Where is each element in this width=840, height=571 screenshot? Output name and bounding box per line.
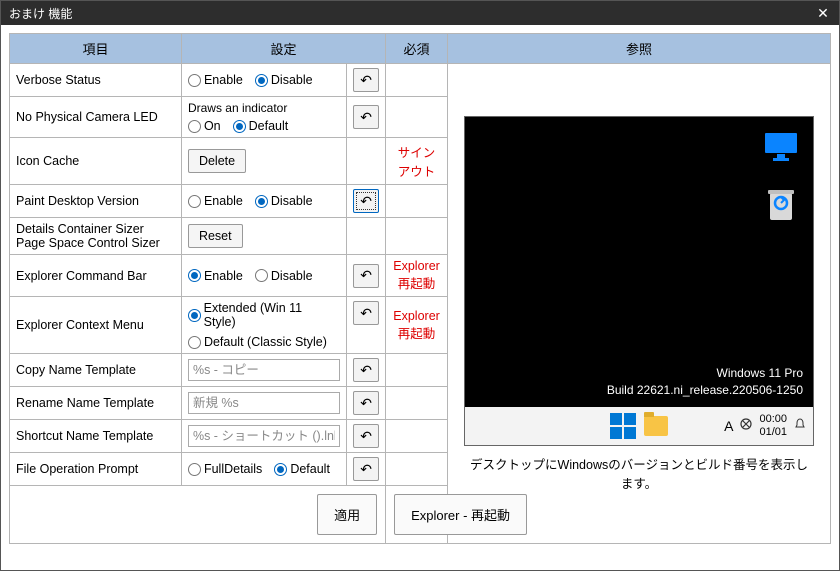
ime-indicator: A bbox=[724, 418, 733, 434]
note-no-cam-led: Draws an indicator bbox=[188, 101, 340, 115]
radio-paint-disable[interactable]: Disable bbox=[255, 194, 313, 208]
delete-icon-cache-button[interactable]: Delete bbox=[188, 149, 246, 173]
clock: 00:00 01/01 bbox=[759, 413, 787, 437]
input-copy-name-tpl[interactable] bbox=[188, 359, 340, 381]
reset-file-op-prompt[interactable]: ↶ bbox=[353, 457, 379, 481]
reset-verbose-status[interactable]: ↶ bbox=[353, 68, 379, 92]
label-explorer-cmdbar: Explorer Command Bar bbox=[10, 255, 182, 297]
explorer-icon bbox=[644, 416, 668, 436]
monitor-icon bbox=[763, 131, 799, 163]
settings-table: 項目 設定 必須 参照 Verbose Status Enable Disabl… bbox=[9, 33, 831, 544]
radio-paint-enable[interactable]: Enable bbox=[188, 194, 243, 208]
reset-shortcut-tpl[interactable]: ↶ bbox=[353, 424, 379, 448]
taskbar: A 00:00 01/01 bbox=[465, 407, 813, 445]
notification-icon bbox=[793, 417, 807, 434]
header-reference: 参照 bbox=[448, 34, 831, 64]
req-signout: サインアウト bbox=[386, 138, 448, 185]
titlebar: おまけ 機能 ✕ bbox=[1, 1, 839, 25]
label-copy-name-tpl: Copy Name Template bbox=[10, 354, 182, 387]
preview-panel: Windows 11 Pro Build 22621.ni_release.22… bbox=[454, 110, 824, 498]
reset-no-cam-led[interactable]: ↶ bbox=[353, 105, 379, 129]
label-icon-cache: Icon Cache bbox=[10, 138, 182, 185]
label-rename-tpl: Rename Name Template bbox=[10, 387, 182, 420]
start-icon bbox=[610, 413, 636, 439]
label-paint-desktop: Paint Desktop Version bbox=[10, 185, 182, 218]
radio-cam-default[interactable]: Default bbox=[233, 119, 289, 133]
close-icon[interactable]: ✕ bbox=[815, 5, 831, 21]
header-item: 項目 bbox=[10, 34, 182, 64]
label-details-sizer-2: Page Space Control Sizer bbox=[16, 236, 175, 250]
radio-fop-full[interactable]: FullDetails bbox=[188, 462, 262, 476]
reset-explorer-cmdbar[interactable]: ↶ bbox=[353, 264, 379, 288]
label-details-sizer-1: Details Container Sizer bbox=[16, 222, 175, 236]
input-rename-tpl[interactable] bbox=[188, 392, 340, 414]
label-verbose-status: Verbose Status bbox=[10, 64, 182, 97]
apply-button[interactable]: 適用 bbox=[317, 494, 377, 535]
reset-details-sizer-button[interactable]: Reset bbox=[188, 224, 243, 248]
radio-ctx-default[interactable]: Default (Classic Style) bbox=[188, 335, 327, 349]
radio-ctx-extended[interactable]: Extended (Win 11 Style) bbox=[188, 301, 334, 329]
input-shortcut-tpl[interactable] bbox=[188, 425, 340, 447]
desktop-preview: Windows 11 Pro Build 22621.ni_release.22… bbox=[464, 116, 814, 446]
radio-verbose-enable[interactable]: Enable bbox=[188, 73, 243, 87]
explorer-restart-button[interactable]: Explorer - 再起動 bbox=[394, 494, 527, 535]
row-verbose-status: Verbose Status Enable Disable ↶ bbox=[10, 64, 831, 97]
label-file-op-prompt: File Operation Prompt bbox=[10, 453, 182, 486]
label-no-cam-led: No Physical Camera LED bbox=[10, 97, 182, 138]
radio-verbose-disable[interactable]: Disable bbox=[255, 73, 313, 87]
header-setting: 設定 bbox=[181, 34, 385, 64]
radio-fop-default[interactable]: Default bbox=[274, 462, 330, 476]
radio-cmdbar-enable[interactable]: Enable bbox=[188, 269, 243, 283]
radio-cmdbar-disable[interactable]: Disable bbox=[255, 269, 313, 283]
recycle-bin-icon bbox=[765, 187, 797, 223]
os-name: Windows 11 Pro bbox=[607, 365, 803, 382]
reset-explorer-ctxmenu[interactable]: ↶ bbox=[353, 301, 379, 325]
radio-cam-on[interactable]: On bbox=[188, 119, 221, 133]
content: 項目 設定 必須 参照 Verbose Status Enable Disabl… bbox=[1, 25, 839, 570]
label-shortcut-tpl: Shortcut Name Template bbox=[10, 420, 182, 453]
header-required: 必須 bbox=[386, 34, 448, 64]
reset-rename-tpl[interactable]: ↶ bbox=[353, 391, 379, 415]
window: おまけ 機能 ✕ 項目 設定 必須 参照 Verbose Status bbox=[0, 0, 840, 571]
reset-copy-name-tpl[interactable]: ↶ bbox=[353, 358, 379, 382]
reset-paint-desktop[interactable]: ↶ bbox=[353, 189, 379, 213]
window-title: おまけ 機能 bbox=[9, 5, 72, 22]
label-explorer-ctxmenu: Explorer Context Menu bbox=[10, 297, 182, 354]
os-build: Build 22621.ni_release.220506-1250 bbox=[607, 382, 803, 399]
network-icon bbox=[739, 417, 753, 434]
footer-row: 適用 Explorer - 再起動 bbox=[10, 486, 831, 544]
